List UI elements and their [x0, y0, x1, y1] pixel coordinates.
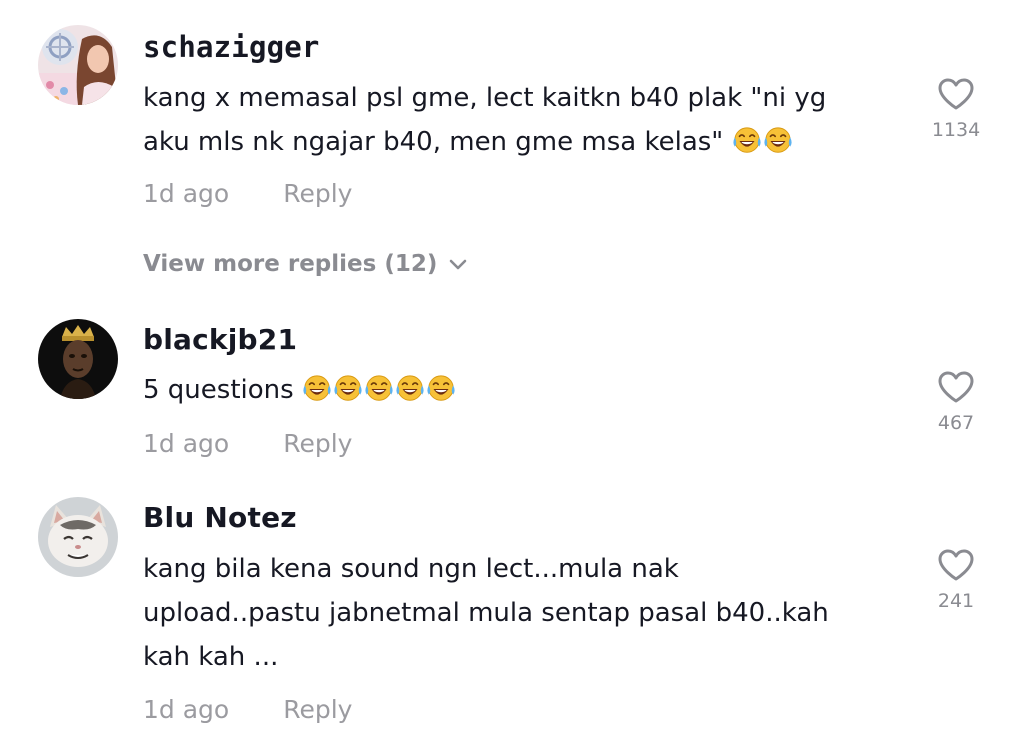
avatar[interactable] — [38, 25, 118, 105]
chevron-down-icon — [450, 259, 467, 269]
heart-outline-icon — [938, 371, 974, 403]
reply-button[interactable]: Reply — [283, 695, 352, 724]
avatar[interactable] — [38, 319, 118, 399]
view-more-replies-button[interactable]: View more replies (12) — [143, 251, 467, 277]
face-with-tears-of-joy-icon — [395, 374, 425, 404]
face-with-tears-of-joy-icon — [732, 126, 762, 156]
heart-outline-icon — [938, 549, 974, 581]
face-with-tears-of-joy-icon — [763, 126, 793, 156]
like-count: 467 — [937, 412, 975, 434]
like-button[interactable]: 467 — [926, 370, 986, 434]
like-button[interactable]: 241 — [926, 548, 986, 612]
comment-text-line: upload..pastu jabnetmal mula sentap pasa… — [143, 598, 829, 628]
comment-text-line: kang x memasal psl gme, lect kaitkn b40 … — [143, 83, 827, 113]
comment-text-segment: 5 questions — [143, 375, 294, 405]
comment-text-line: kah kah ... — [143, 642, 279, 672]
comment-meta: 1d ago Reply — [143, 429, 352, 458]
face-with-tears-of-joy-icon — [426, 374, 456, 404]
face-with-tears-of-joy-icon — [333, 374, 363, 404]
reply-button[interactable]: Reply — [283, 429, 352, 458]
heart-outline-icon — [938, 78, 974, 110]
like-count: 241 — [937, 590, 975, 612]
timestamp: 1d ago — [143, 429, 230, 458]
reply-button[interactable]: Reply — [283, 179, 352, 208]
comment-meta: 1d ago Reply — [143, 695, 352, 724]
view-more-replies-label: View more replies (12) — [143, 251, 438, 277]
username[interactable]: schazigger — [143, 30, 320, 64]
timestamp: 1d ago — [143, 695, 230, 724]
comment-meta: 1d ago Reply — [143, 179, 352, 208]
face-with-tears-of-joy-icon — [302, 374, 332, 404]
comment-text: 5 questions — [143, 368, 883, 412]
like-button[interactable]: 1134 — [926, 77, 986, 141]
like-count: 1134 — [931, 119, 981, 141]
comment-text-line: kang bila kena sound ngn lect...mula nak — [143, 554, 679, 584]
comment-text: kang x memasal psl gme, lect kaitkn b40 … — [143, 76, 883, 164]
username[interactable]: Blu Notez — [143, 501, 297, 534]
comment-text-segment: aku mls nk ngajar b40, men gme msa kelas… — [143, 127, 724, 157]
comment-text-line: aku mls nk ngajar b40, men gme msa kelas… — [143, 120, 883, 164]
avatar[interactable] — [38, 497, 118, 577]
username[interactable]: blackjb21 — [143, 323, 297, 356]
face-with-tears-of-joy-icon — [364, 374, 394, 404]
comment-text-line: 5 questions — [143, 368, 883, 412]
timestamp: 1d ago — [143, 179, 230, 208]
comment-text: kang bila kena sound ngn lect...mula nak… — [143, 547, 883, 679]
